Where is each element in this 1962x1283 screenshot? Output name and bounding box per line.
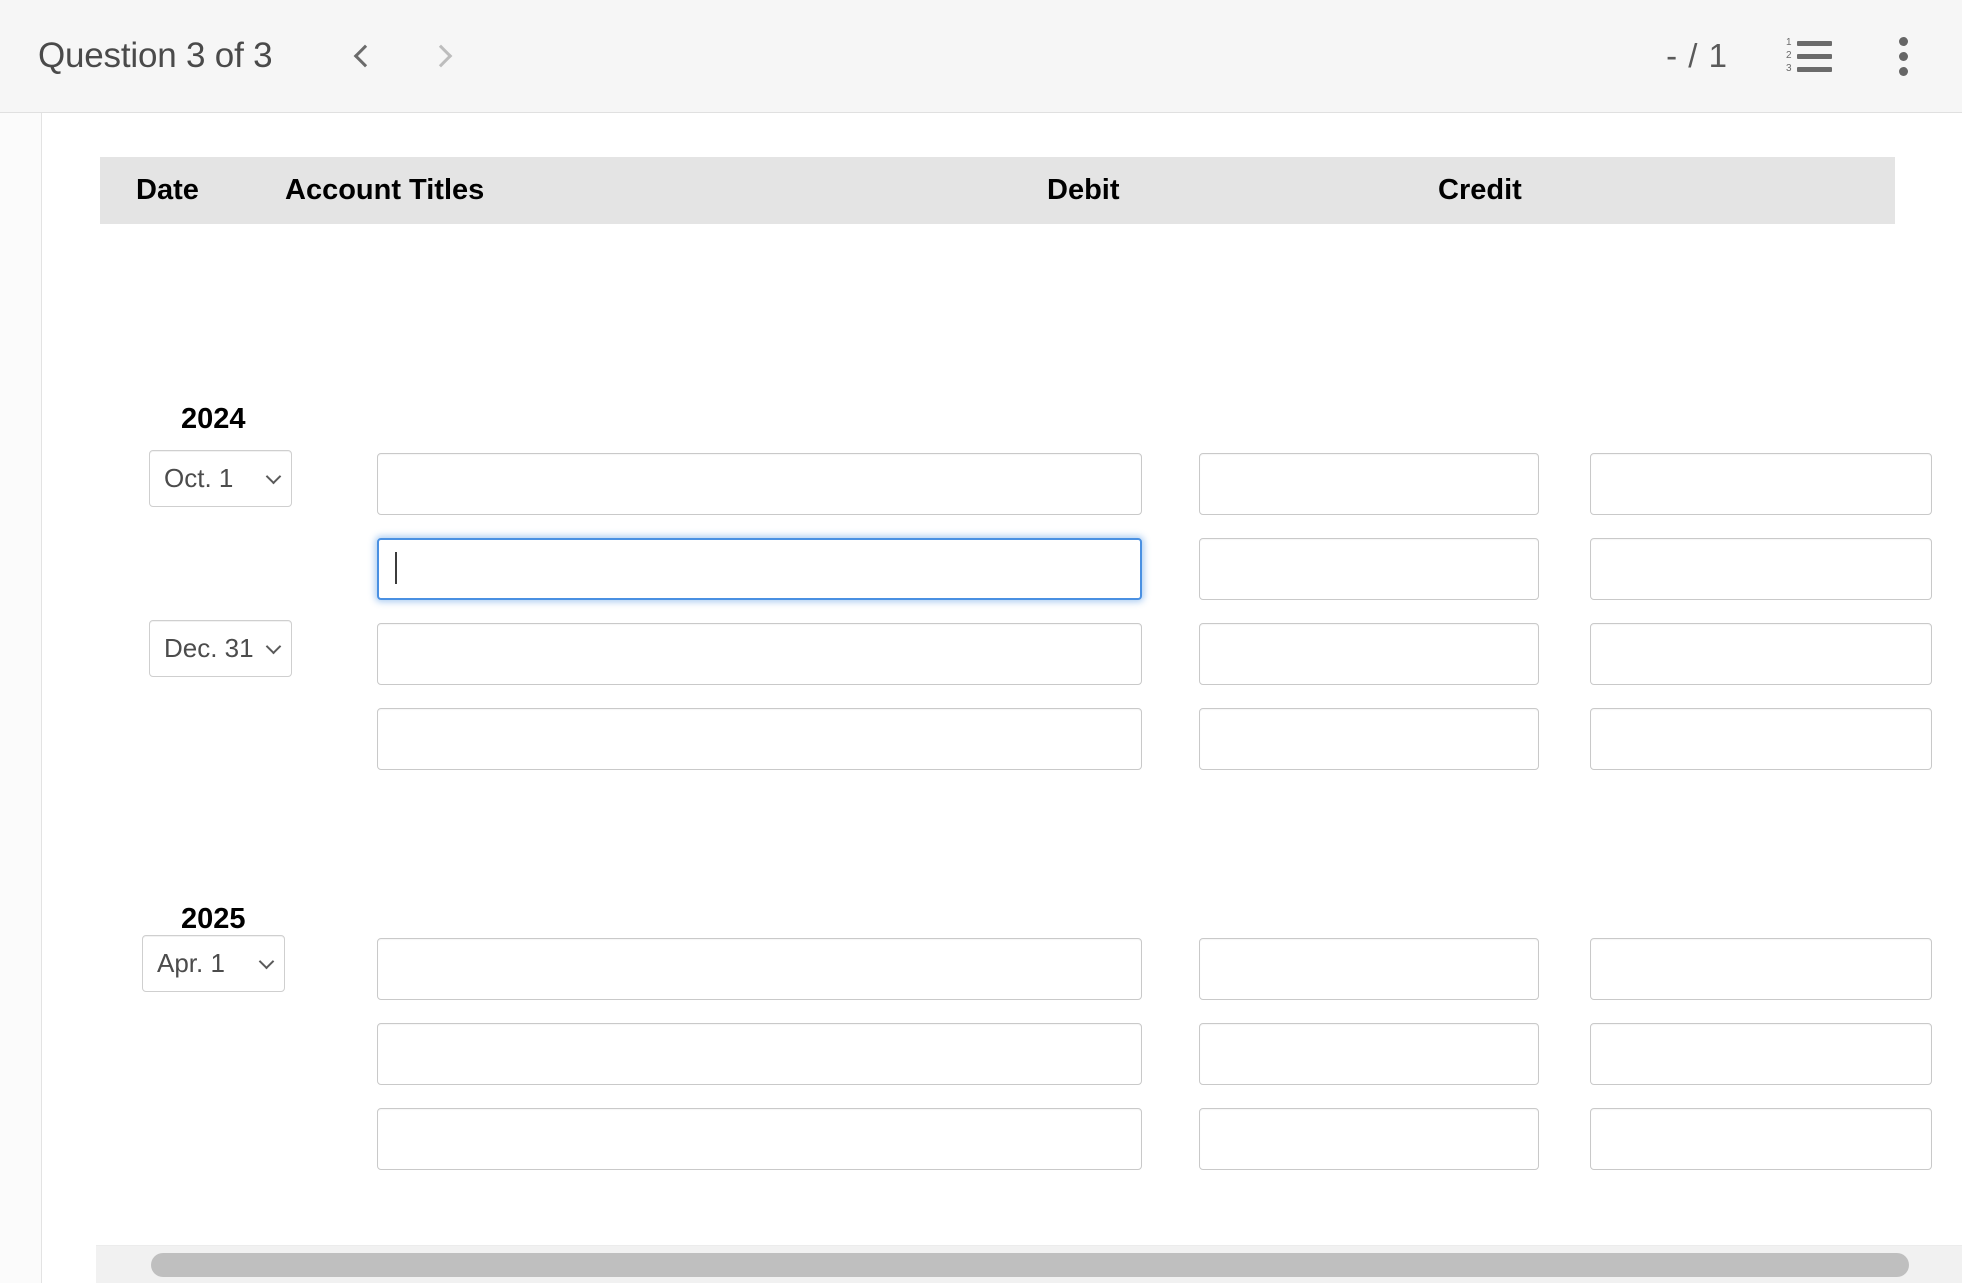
page-title: Question 3 of 3	[38, 36, 273, 75]
list-row: 2	[1786, 51, 1832, 61]
column-header-debit: Debit	[1047, 174, 1120, 206]
toolbar-left-group: Question 3 of 3	[0, 28, 472, 84]
table-header-row: Date Account Titles Debit Credit	[100, 157, 1895, 224]
debit-input-row-6[interactable]	[1199, 1023, 1539, 1085]
column-header-credit: Credit	[1438, 174, 1522, 206]
journal-entry-sheet: Date Account Titles Debit Credit 2024 20…	[41, 113, 1962, 1283]
page-counter: - / 1	[1666, 37, 1728, 74]
account-title-input-row-3[interactable]	[377, 623, 1142, 685]
account-title-input-row-5[interactable]	[377, 938, 1142, 1000]
year-label-2025: 2025	[181, 903, 246, 935]
kebab-dot	[1898, 66, 1908, 76]
text-cursor	[395, 552, 397, 584]
account-title-input-row-7[interactable]	[377, 1108, 1142, 1170]
credit-input-row-7[interactable]	[1590, 1108, 1932, 1170]
horizontal-scrollbar-thumb[interactable]	[151, 1253, 1909, 1277]
chevron-down-icon	[265, 468, 282, 485]
toolbar-right-group: - / 1 1 2 3	[1666, 33, 1962, 79]
date-select-value: Apr. 1	[157, 948, 225, 978]
list-number: 2	[1786, 50, 1792, 61]
date-select-value: Oct. 1	[164, 463, 234, 493]
chevron-right-icon	[430, 44, 453, 68]
chevron-left-icon	[354, 44, 377, 68]
kebab-dot	[1898, 51, 1908, 61]
year-label-2024: 2024	[181, 403, 246, 435]
date-select-row-5[interactable]: Apr. 1	[142, 935, 285, 992]
list-number: 3	[1786, 63, 1792, 74]
horizontal-scrollbar-track[interactable]	[96, 1245, 1962, 1283]
account-title-input-row-1[interactable]	[377, 453, 1142, 515]
date-select-value: Dec. 31	[164, 633, 254, 663]
credit-input-row-5[interactable]	[1590, 938, 1932, 1000]
numbered-list-icon[interactable]: 1 2 3	[1786, 36, 1832, 76]
account-title-input-row-4[interactable]	[377, 708, 1142, 770]
account-title-input-row-6[interactable]	[377, 1023, 1142, 1085]
list-bar	[1797, 40, 1832, 46]
debit-input-row-5[interactable]	[1199, 938, 1539, 1000]
list-bar	[1797, 66, 1832, 72]
list-row: 3	[1786, 64, 1832, 74]
column-header-account-titles: Account Titles	[285, 174, 485, 206]
debit-input-row-7[interactable]	[1199, 1108, 1539, 1170]
list-number: 1	[1786, 37, 1792, 48]
previous-question-button[interactable]	[334, 28, 390, 84]
top-toolbar: Question 3 of 3 - / 1 1 2 3	[0, 0, 1962, 113]
credit-input-row-6[interactable]	[1590, 1023, 1932, 1085]
next-question-button[interactable]	[416, 28, 472, 84]
credit-input-row-4[interactable]	[1590, 708, 1932, 770]
date-select-row-3[interactable]: Dec. 31	[149, 620, 292, 677]
credit-input-row-3[interactable]	[1590, 623, 1932, 685]
debit-input-row-4[interactable]	[1199, 708, 1539, 770]
kebab-menu-icon[interactable]	[1880, 33, 1926, 79]
list-row: 1	[1786, 38, 1832, 48]
chevron-down-icon	[265, 638, 282, 655]
debit-input-row-1[interactable]	[1199, 453, 1539, 515]
debit-input-row-2[interactable]	[1199, 538, 1539, 600]
credit-input-row-1[interactable]	[1590, 453, 1932, 515]
kebab-dot	[1898, 36, 1908, 46]
column-header-date: Date	[136, 174, 199, 206]
credit-input-row-2[interactable]	[1590, 538, 1932, 600]
question-body: Date Account Titles Debit Credit 2024 20…	[0, 113, 1962, 1283]
account-title-input-row-2[interactable]	[377, 538, 1142, 600]
date-select-row-1[interactable]: Oct. 1	[149, 450, 292, 507]
debit-input-row-3[interactable]	[1199, 623, 1539, 685]
chevron-down-icon	[258, 953, 275, 970]
list-bar	[1797, 53, 1832, 59]
